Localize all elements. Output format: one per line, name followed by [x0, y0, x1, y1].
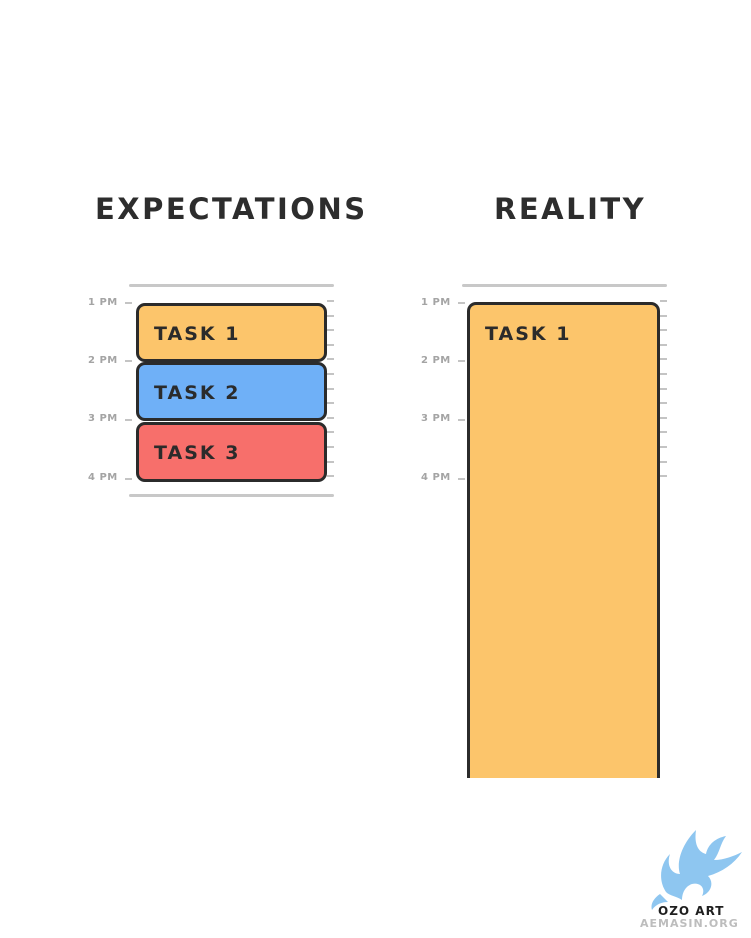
hour-tick	[125, 419, 132, 421]
hour-tick	[458, 419, 465, 421]
ruler-tick	[660, 300, 667, 302]
ruler-tick	[660, 402, 667, 404]
time-label-4pm: 4 PM	[88, 472, 118, 483]
time-label-3pm: 3 PM	[88, 413, 118, 424]
ruler-tick	[660, 344, 667, 346]
ruler-tick	[327, 388, 334, 390]
ruler-tick	[327, 373, 334, 375]
ruler-tick	[660, 329, 667, 331]
expectation-task-1: TASK 1	[136, 303, 327, 362]
task-label: TASK 1	[485, 323, 572, 345]
ruler-tick	[327, 344, 334, 346]
reality-cutoff	[460, 778, 670, 818]
hour-tick	[125, 302, 132, 304]
reality-title: REALITY	[494, 192, 647, 226]
ruler-tick	[327, 358, 334, 360]
hour-tick	[458, 360, 465, 362]
ruler-tick	[660, 446, 667, 448]
ruler-tick	[660, 431, 667, 433]
ruler-tick	[327, 431, 334, 433]
ruler-tick	[327, 446, 334, 448]
ruler-tick	[660, 461, 667, 463]
hour-tick	[125, 478, 132, 480]
ruler-tick	[660, 388, 667, 390]
hour-tick	[125, 360, 132, 362]
ruler-tick	[327, 315, 334, 317]
ruler-tick	[327, 402, 334, 404]
hour-tick	[458, 478, 465, 480]
timeline-bottom-line	[129, 494, 334, 497]
expectation-task-3: TASK 3	[136, 422, 327, 482]
ruler-tick	[660, 315, 667, 317]
task-label: TASK 2	[154, 382, 241, 404]
time-label-2pm: 2 PM	[88, 355, 118, 366]
watermark-brand: OZO ART	[658, 904, 725, 918]
reality-task-1: TASK 1	[467, 302, 660, 802]
ruler-tick	[660, 373, 667, 375]
time-label-1pm: 1 PM	[88, 297, 118, 308]
watermark-site: AEMASIN.ORG	[640, 917, 739, 930]
ruler-tick	[327, 461, 334, 463]
ruler-tick	[660, 417, 667, 419]
time-label-4pm: 4 PM	[421, 472, 451, 483]
ruler-tick	[327, 475, 334, 477]
time-label-1pm: 1 PM	[421, 297, 451, 308]
expectations-title: EXPECTATIONS	[95, 192, 368, 226]
ruler-tick	[660, 475, 667, 477]
hour-tick	[458, 302, 465, 304]
time-label-2pm: 2 PM	[421, 355, 451, 366]
timeline-top-line	[462, 284, 667, 287]
ruler-tick	[327, 417, 334, 419]
time-label-3pm: 3 PM	[421, 413, 451, 424]
expectation-task-2: TASK 2	[136, 362, 327, 421]
ruler-tick	[327, 329, 334, 331]
timeline-top-line	[129, 284, 334, 287]
task-label: TASK 3	[154, 442, 241, 464]
task-label: TASK 1	[154, 323, 241, 345]
ruler-tick	[327, 300, 334, 302]
ruler-tick	[660, 358, 667, 360]
